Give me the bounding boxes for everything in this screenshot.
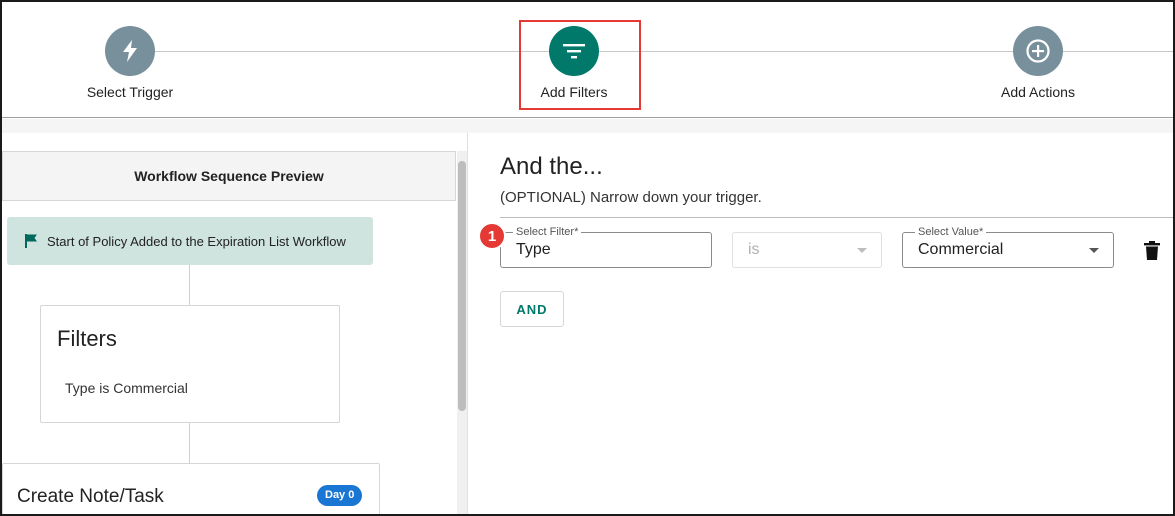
step-label: Add Actions [1001, 84, 1075, 100]
flag-icon [23, 233, 39, 249]
workflow-sequence-preview-panel: Workflow Sequence Preview Start of Polic… [2, 133, 468, 514]
filter-editor-panel: And the... (OPTIONAL) Narrow down your t… [468, 133, 1173, 514]
preview-header: Workflow Sequence Preview [2, 151, 456, 201]
scrollbar-thumb[interactable] [458, 161, 466, 411]
lightning-bolt-icon [105, 26, 155, 76]
operator-value: is [748, 241, 760, 258]
highlight-annotation-box [519, 20, 641, 110]
day-badge: Day 0 [317, 485, 363, 506]
divider [500, 217, 1173, 218]
sequence-connector [189, 265, 190, 305]
trash-icon [1144, 240, 1160, 260]
callout-number-badge: 1 [478, 222, 506, 250]
select-filter-label: Select Filter* [513, 226, 582, 238]
step-label: Select Trigger [86, 84, 174, 100]
and-button[interactable]: AND [500, 291, 564, 327]
create-note-task-card[interactable]: Create Note/Task Day 0 [2, 463, 380, 514]
operator-select[interactable]: is [732, 232, 882, 268]
step-add-actions[interactable]: Add Actions [958, 26, 1118, 100]
chevron-down-icon [857, 248, 867, 253]
note-task-card-title: Create Note/Task [17, 486, 164, 507]
add-circle-icon [1013, 26, 1063, 76]
select-value-value: Commercial [918, 241, 1004, 258]
filters-summary-card[interactable]: Filters Type is Commercial [40, 305, 340, 423]
select-value-dropdown[interactable]: Select Value* Commercial [902, 226, 1114, 268]
filter-subheading: (OPTIONAL) Narrow down your trigger. [500, 189, 762, 206]
section-spacer [2, 119, 1173, 133]
filters-card-title: Filters [57, 326, 117, 351]
filter-heading: And the... [500, 153, 603, 180]
select-value-label: Select Value* [915, 226, 987, 238]
sequence-connector [189, 423, 190, 463]
workflow-stepper: Select Trigger Add Filters Add Actions [2, 2, 1173, 118]
select-filter-input[interactable]: Select Filter* Type [500, 226, 712, 268]
workflow-start-card[interactable]: Start of Policy Added to the Expiration … [7, 217, 373, 265]
chevron-down-icon [1089, 248, 1099, 253]
app-frame: Select Trigger Add Filters Add Actions W… [0, 0, 1175, 516]
step-select-trigger[interactable]: Select Trigger [50, 26, 210, 100]
filters-card-description: Type is Commercial [65, 380, 188, 396]
select-filter-value: Type [516, 241, 551, 258]
delete-filter-button[interactable] [1142, 239, 1162, 261]
workflow-start-label: Start of Policy Added to the Expiration … [47, 233, 346, 249]
